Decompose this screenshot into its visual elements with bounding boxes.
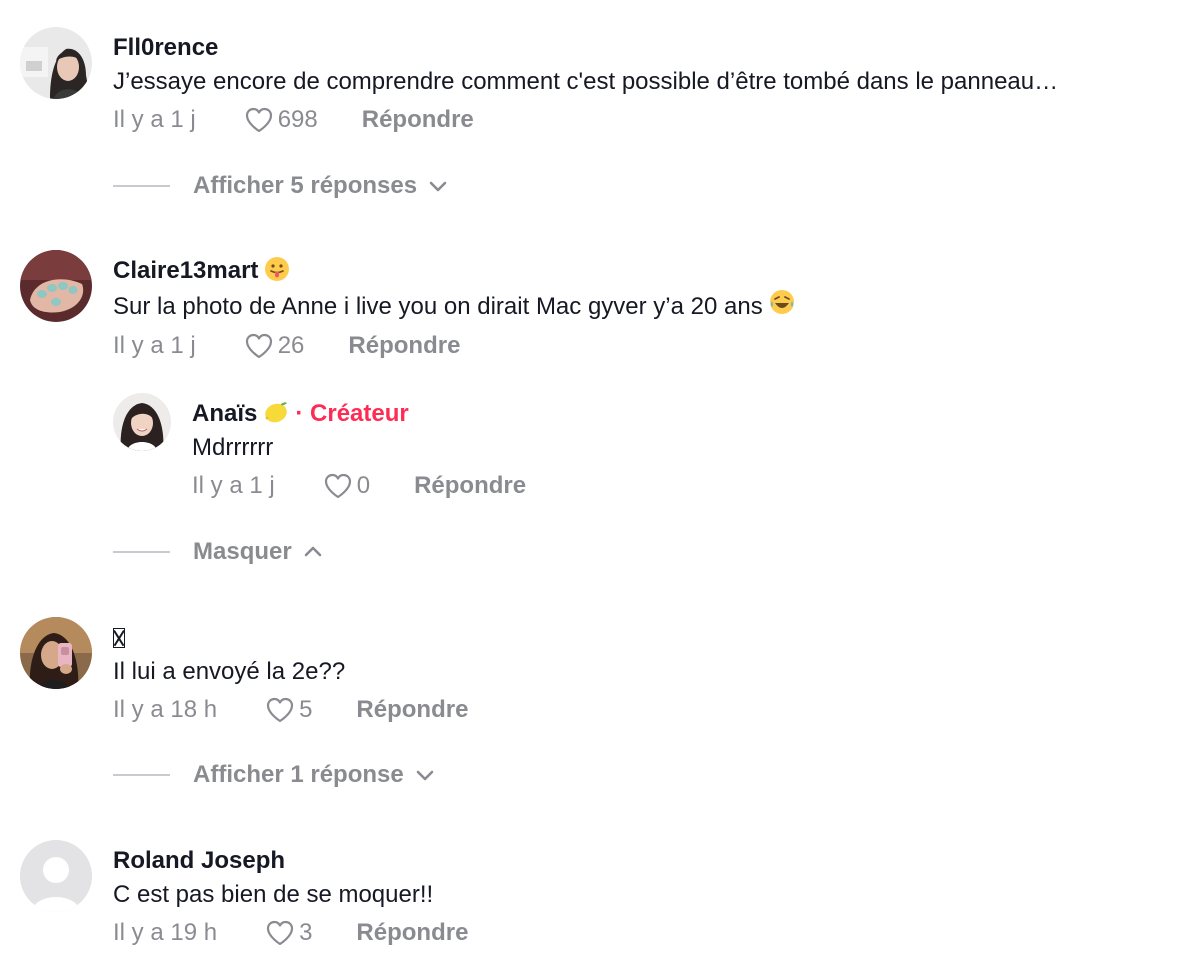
heart-icon: [266, 920, 294, 946]
like-count: 5: [299, 696, 313, 723]
comment-item: Roland Joseph C est pas bien de se moque…: [20, 840, 468, 951]
avatar-icon[interactable]: [113, 393, 171, 451]
tongue-out-emoji-icon: [264, 256, 290, 287]
comment-item: Fll0rence J’essaye encore de comprendre …: [20, 27, 1058, 138]
comment-body: Anaïs · Créateur Mdrrrrrr Il y a 1 j 0 R: [192, 399, 526, 504]
creator-badge: · Créateur: [295, 400, 409, 427]
comment-meta: Il y a 1 j 0 Répondre: [192, 468, 526, 504]
comment-text-content: Il lui a envoyé la 2e??: [113, 658, 346, 685]
comment-item: Claire13mart Sur la photo de Anne i live…: [20, 250, 795, 364]
timestamp: Il y a 1 j: [192, 472, 275, 499]
heart-icon: [266, 697, 294, 723]
comment-meta: Il y a 1 j 26 Répondre: [113, 328, 795, 364]
like-button[interactable]: 0: [323, 472, 370, 500]
divider-line: [113, 551, 170, 553]
like-count: 3: [299, 919, 313, 946]
divider-line: [113, 185, 170, 187]
like-button[interactable]: 3: [265, 919, 312, 947]
timestamp: Il y a 1 j: [113, 106, 196, 133]
username[interactable]: Roland Joseph: [113, 847, 285, 875]
show-replies-label: Afficher 1 réponse: [193, 761, 404, 788]
username[interactable]: Claire13mart: [113, 257, 258, 285]
timestamp: Il y a 1 j: [113, 332, 196, 359]
laughing-tears-emoji-icon: [769, 289, 795, 324]
avatar-icon[interactable]: [20, 27, 92, 99]
like-button[interactable]: 5: [265, 696, 312, 724]
comment-meta: Il y a 19 h 3 Répondre: [113, 915, 468, 951]
comment-body: Claire13mart Sur la photo de Anne i live…: [113, 256, 795, 364]
like-button[interactable]: 26: [244, 332, 305, 360]
reply-button[interactable]: Répondre: [362, 106, 474, 134]
chevron-down-icon: [416, 770, 434, 781]
comment-text-content: Mdrrrrrr: [192, 434, 274, 461]
like-count: 0: [356, 472, 371, 499]
comment-item: Il lui a envoyé la 2e?? Il y a 18 h 5 Ré…: [20, 617, 468, 728]
like-count: 26: [277, 332, 305, 359]
comment-text-content: J’essaye encore de comprendre comment c'…: [113, 68, 1059, 95]
comment-meta: Il y a 18 h 5 Répondre: [113, 692, 468, 728]
avatar-icon[interactable]: [20, 617, 92, 689]
hide-replies-toggle[interactable]: Masquer: [113, 538, 324, 566]
reply-item: Anaïs · Créateur Mdrrrrrr Il y a 1 j 0 R: [113, 393, 526, 504]
like-button[interactable]: 698: [244, 106, 318, 134]
like-count: 698: [277, 106, 318, 133]
comment-body: Fll0rence J’essaye encore de comprendre …: [113, 33, 1058, 138]
comment-text: J’essaye encore de comprendre comment c'…: [113, 66, 1058, 98]
comment-body: Il lui a envoyé la 2e?? Il y a 18 h 5 Ré…: [113, 623, 468, 728]
comment-text: Il lui a envoyé la 2e??: [113, 656, 468, 688]
missing-glyph-icon[interactable]: [113, 628, 125, 648]
comment-text-content: C est pas bien de se moquer!!: [113, 881, 434, 908]
timestamp: Il y a 18 h: [113, 696, 218, 723]
lemon-emoji-icon: [263, 399, 289, 430]
heart-icon: [324, 473, 351, 499]
divider-line: [113, 774, 170, 776]
username[interactable]: Anaïs: [192, 400, 257, 428]
comment-text: Mdrrrrrr: [192, 432, 526, 464]
comment-meta: Il y a 1 j 698 Répondre: [113, 102, 1058, 138]
avatar-icon[interactable]: [20, 840, 92, 912]
heart-icon: [245, 107, 272, 133]
heart-icon: [245, 333, 272, 359]
reply-button[interactable]: Répondre: [356, 696, 468, 724]
chevron-up-icon: [304, 546, 322, 557]
show-replies-toggle[interactable]: Afficher 1 réponse: [113, 761, 436, 789]
username[interactable]: Fll0rence: [113, 34, 218, 62]
show-replies-toggle[interactable]: Afficher 5 réponses: [113, 172, 449, 200]
timestamp: Il y a 19 h: [113, 919, 218, 946]
show-replies-label: Afficher 5 réponses: [193, 172, 418, 199]
comment-text-content: Sur la photo de Anne i live you on dirai…: [113, 292, 763, 320]
comment-body: Roland Joseph C est pas bien de se moque…: [113, 846, 468, 951]
chevron-down-icon: [429, 181, 447, 192]
hide-replies-label: Masquer: [193, 538, 292, 565]
reply-button[interactable]: Répondre: [356, 919, 468, 947]
reply-button[interactable]: Répondre: [414, 472, 526, 500]
avatar-icon[interactable]: [20, 250, 92, 322]
comment-text: Sur la photo de Anne i live you on dirai…: [113, 289, 795, 324]
reply-button[interactable]: Répondre: [348, 332, 460, 360]
comment-text: C est pas bien de se moquer!!: [113, 879, 468, 911]
